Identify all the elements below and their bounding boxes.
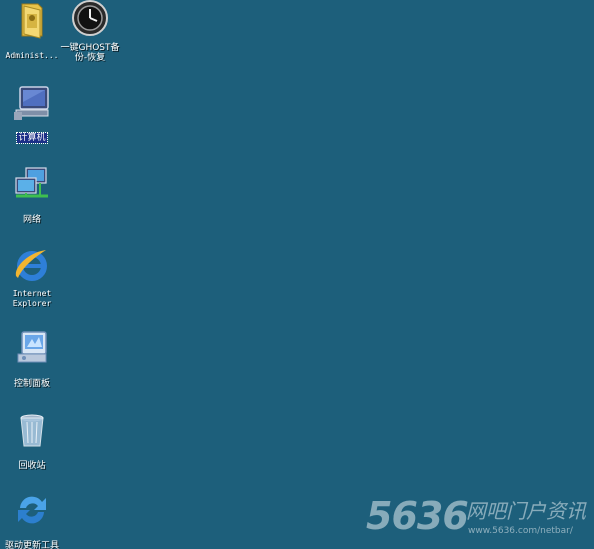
internet-explorer-icon bbox=[15, 250, 47, 281]
ghost-clock-icon bbox=[72, 0, 108, 36]
icon-label: 网络 bbox=[22, 215, 41, 225]
watermark: 5636 网吧门户资讯 www.5636.com/netbar/ bbox=[366, 495, 588, 543]
desktop-icon-computer[interactable]: 计算机 bbox=[0, 82, 64, 144]
watermark-chinese: 网吧门户资讯 bbox=[466, 499, 586, 523]
icon-label: Administ... bbox=[5, 51, 59, 60]
icon-label: 回收站 bbox=[18, 461, 46, 471]
desktop-icon-internet-explorer[interactable]: Internet Explorer bbox=[0, 246, 64, 310]
recycle-bin-icon bbox=[20, 414, 44, 447]
watermark-url: www.5636.com/netbar/ bbox=[468, 526, 573, 536]
icon-label: 驱动更新工具 bbox=[4, 541, 59, 549]
icon-label: 一键GHOST备 份-恢复 bbox=[60, 43, 120, 63]
driver-update-icon bbox=[18, 496, 46, 524]
control-panel-icon bbox=[17, 331, 47, 363]
user-folder-icon bbox=[21, 3, 43, 39]
network-icon bbox=[15, 167, 48, 198]
desktop-icon-administrator[interactable]: Administ... bbox=[0, 0, 64, 62]
desktop-icon-driver-update[interactable]: 驱动更新工具 bbox=[0, 490, 64, 549]
icon-label: Internet Explorer bbox=[12, 289, 52, 308]
icon-label: 计算机 bbox=[16, 132, 48, 144]
desktop[interactable]: Administ... 一键GHOST备 份-恢复 计算机 网络 Interne… bbox=[0, 0, 594, 549]
desktop-icon-ghost-backup[interactable]: 一键GHOST备 份-恢复 bbox=[58, 0, 122, 64]
desktop-icon-network[interactable]: 网络 bbox=[0, 164, 64, 226]
watermark-number: 5636 bbox=[366, 494, 469, 538]
desktop-icon-control-panel[interactable]: 控制面板 bbox=[0, 328, 64, 390]
icon-label: 控制面板 bbox=[13, 379, 50, 389]
computer-icon bbox=[14, 86, 49, 120]
desktop-icon-recycle-bin[interactable]: 回收站 bbox=[0, 410, 64, 472]
